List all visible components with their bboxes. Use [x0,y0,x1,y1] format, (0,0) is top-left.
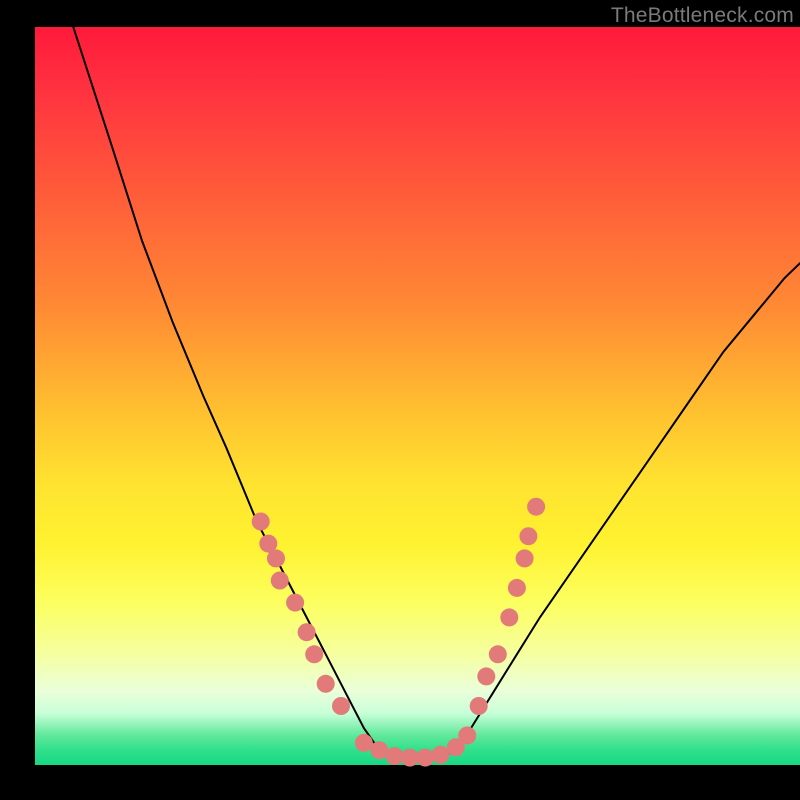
dot-left-dots [267,549,285,567]
curve-group [73,27,800,761]
dot-left-dots [317,675,335,693]
dot-left-dots [298,623,316,641]
dot-right-dots [500,608,518,626]
dot-valley-dots [458,727,476,745]
dot-right-dots [470,697,488,715]
chart-frame: TheBottleneck.com [35,0,800,765]
dot-valley-dots [416,749,434,767]
series-right-curve [456,263,800,750]
series-left-curve [73,27,379,750]
chart-svg [35,27,800,765]
dot-right-dots [527,498,545,516]
dot-valley-dots [355,734,373,752]
dot-right-dots [519,527,537,545]
dot-left-dots [332,697,350,715]
dot-left-dots [305,645,323,663]
dot-right-dots [508,579,526,597]
dot-right-dots [489,645,507,663]
dot-right-dots [477,667,495,685]
dot-valley-dots [401,749,419,767]
watermark-text: TheBottleneck.com [611,4,794,28]
dot-right-dots [516,549,534,567]
scatter-group [252,498,545,767]
dot-left-dots [271,572,289,590]
dot-left-dots [252,513,270,531]
dot-valley-dots [432,746,450,764]
dot-valley-dots [386,747,404,765]
dot-left-dots [286,594,304,612]
